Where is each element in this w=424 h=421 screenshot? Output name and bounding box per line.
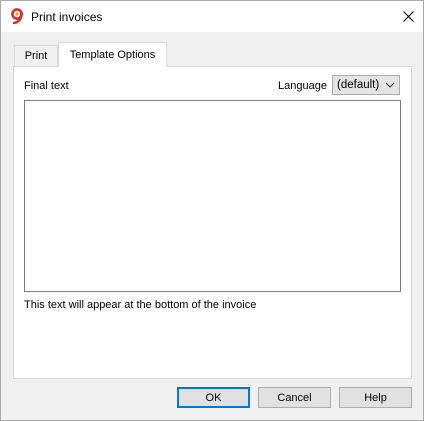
close-icon [402,11,414,22]
ok-button[interactable]: OK [177,387,250,408]
print-invoices-dialog: Print invoices Print Template Options Fi… [0,0,424,421]
language-label: Language [278,80,327,92]
language-select-value: (default) [337,79,380,91]
final-text-label: Final text [24,80,69,92]
language-select[interactable]: (default) [332,75,400,95]
tab-template-options[interactable]: Template Options [58,42,167,67]
final-text-field[interactable] [24,100,401,292]
app-logo-icon [10,8,24,25]
help-button[interactable]: Help [339,387,412,408]
template-options-panel: Final text Language (default) This text … [13,66,412,379]
title-bar: Print invoices [1,1,423,32]
close-button[interactable] [393,1,423,32]
window-title: Print invoices [31,10,103,24]
final-text-hint: This text will appear at the bottom of t… [24,299,257,311]
tab-print[interactable]: Print [14,45,58,66]
cancel-button[interactable]: Cancel [258,387,331,408]
chevron-down-icon [385,82,395,88]
